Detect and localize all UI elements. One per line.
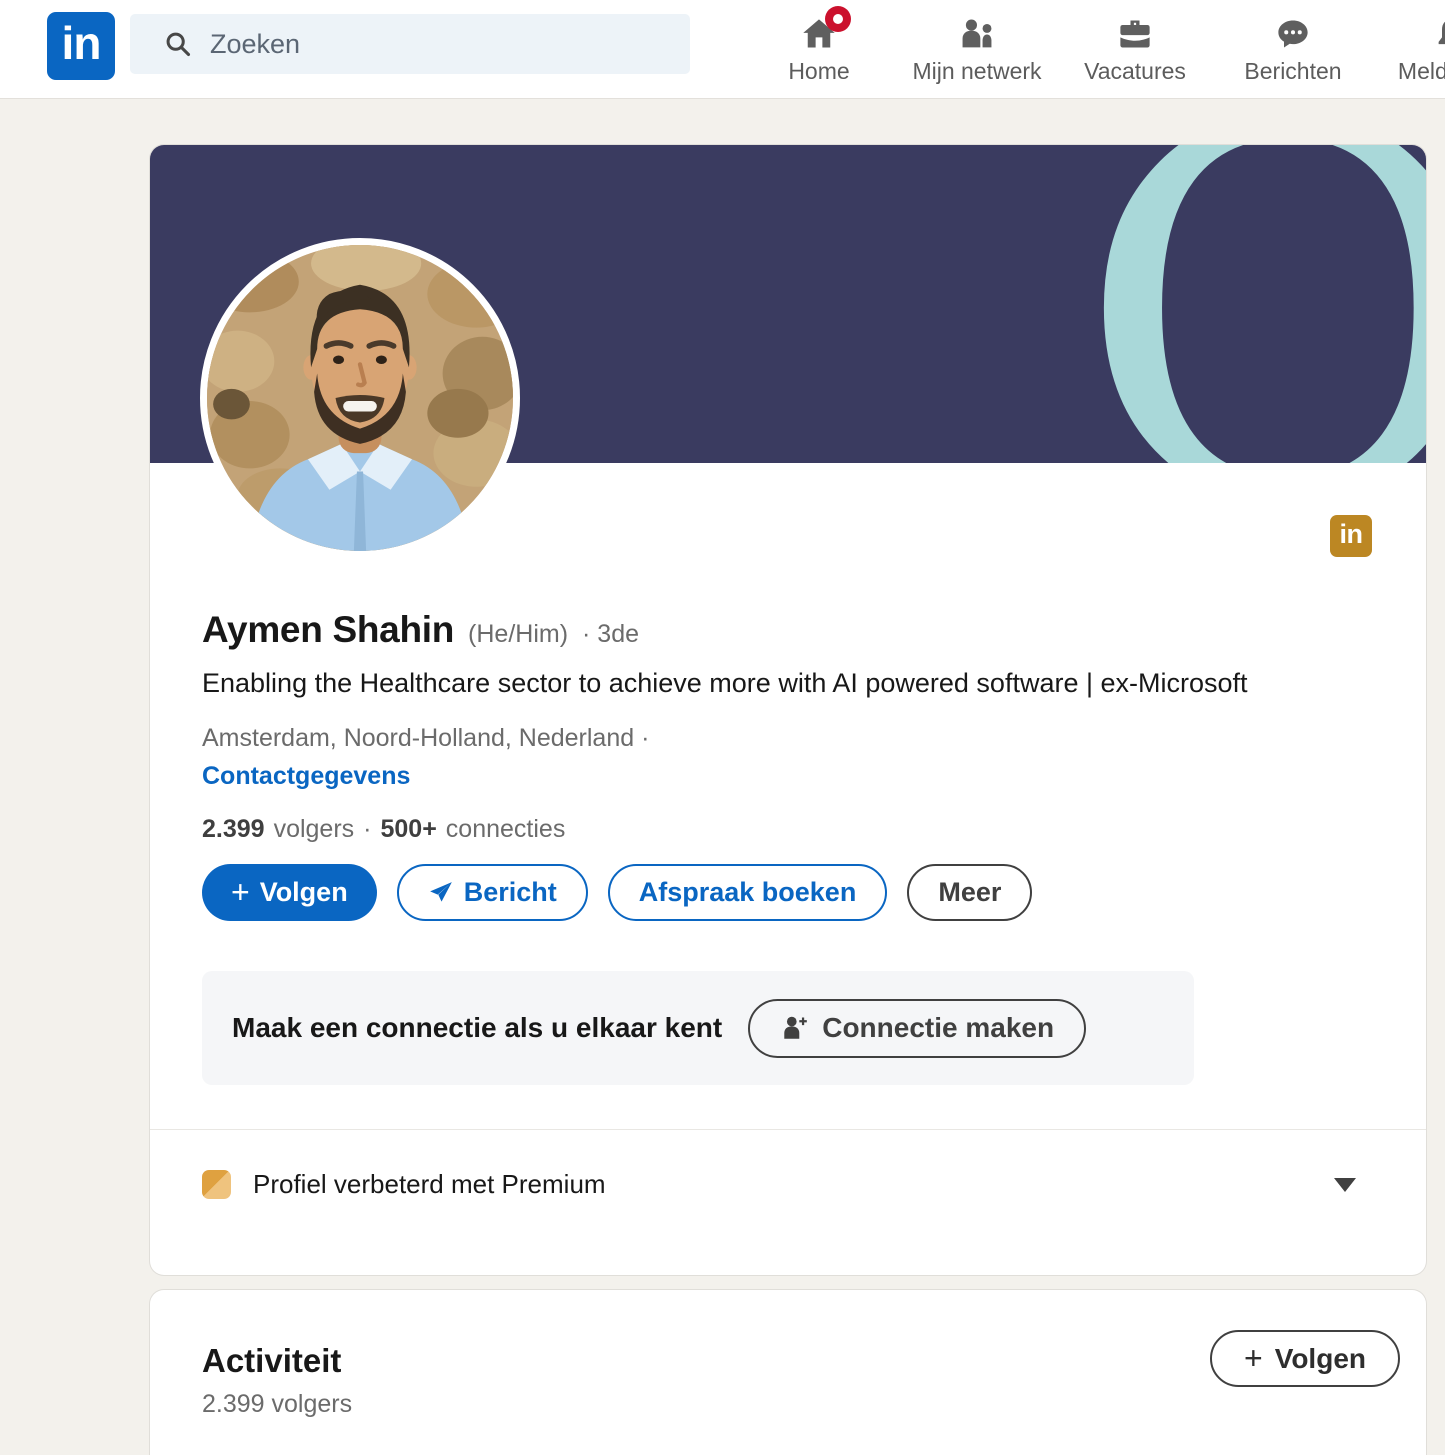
contact-info-link[interactable]: Contactgegevens bbox=[202, 762, 410, 791]
send-icon bbox=[428, 880, 454, 906]
profile-card: Q in bbox=[150, 145, 1426, 1275]
chevron-down-icon[interactable] bbox=[1334, 1178, 1356, 1192]
connections-label[interactable]: connecties bbox=[446, 815, 566, 844]
premium-text: Profiel verbeterd met Premium bbox=[253, 1169, 1312, 1200]
premium-gold-square-icon bbox=[202, 1170, 231, 1199]
bell-icon bbox=[1434, 14, 1445, 54]
connect-prompt-text: Maak een connectie als u elkaar kent bbox=[232, 1012, 722, 1044]
search-input[interactable] bbox=[210, 29, 650, 60]
connect-prompt: Maak een connectie als u elkaar kent Con… bbox=[202, 971, 1194, 1085]
network-icon bbox=[957, 14, 997, 54]
nav-items: Home Mijn netwerk Vacatures Berichten Me… bbox=[740, 0, 1445, 99]
followers-connections: 2.399 volgers · 500+ connecties bbox=[202, 815, 1374, 844]
linkedin-premium-gold-icon: in bbox=[1330, 515, 1372, 557]
connections-count[interactable]: 500+ bbox=[380, 815, 436, 844]
premium-section[interactable]: Profiel verbeterd met Premium bbox=[150, 1129, 1426, 1239]
briefcase-icon bbox=[1117, 14, 1153, 54]
profile-info: Aymen Shahin (He/Him) · 3de Enabling the… bbox=[150, 609, 1426, 1085]
linkedin-logo[interactable]: in bbox=[47, 12, 115, 80]
more-button[interactable]: Meer bbox=[907, 864, 1032, 921]
profile-location: Amsterdam, Noord-Holland, Nederland · bbox=[202, 724, 1374, 753]
profile-pronouns: (He/Him) bbox=[468, 620, 568, 649]
company-q-logo: Q bbox=[1075, 145, 1426, 463]
nav-item-label: Vacatures bbox=[1084, 58, 1186, 85]
follow-button[interactable]: + Volgen bbox=[202, 864, 377, 921]
activity-follow-button[interactable]: + Volgen bbox=[1210, 1330, 1400, 1387]
search-icon bbox=[164, 30, 192, 58]
message-button[interactable]: Bericht bbox=[397, 864, 588, 921]
top-navigation-bar: in Home Mijn netwerk Vacatures bbox=[0, 0, 1445, 99]
action-buttons: + Volgen Bericht Afspraak boeken Meer bbox=[202, 864, 1374, 921]
activity-card: Activiteit 2.399 volgers + Volgen bbox=[150, 1290, 1426, 1455]
search-bar[interactable] bbox=[130, 14, 690, 74]
activity-followers: 2.399 volgers bbox=[202, 1390, 1374, 1419]
dot-separator: · bbox=[363, 815, 371, 844]
profile-name: Aymen Shahin bbox=[202, 609, 454, 651]
followers-count: 2.399 bbox=[202, 815, 265, 844]
connection-degree: · 3de bbox=[582, 620, 639, 649]
nav-item-network[interactable]: Mijn netwerk bbox=[898, 0, 1056, 99]
nav-item-label: Meldingen bbox=[1398, 58, 1445, 85]
person-add-icon bbox=[780, 1013, 810, 1043]
book-appointment-button[interactable]: Afspraak boeken bbox=[608, 864, 888, 921]
activity-title: Activiteit bbox=[202, 1342, 1374, 1380]
profile-headline: Enabling the Healthcare sector to achiev… bbox=[202, 664, 1352, 702]
nav-item-label: Berichten bbox=[1244, 58, 1341, 85]
followers-label: volgers bbox=[274, 815, 355, 844]
nav-item-home[interactable]: Home bbox=[740, 0, 898, 99]
nav-item-jobs[interactable]: Vacatures bbox=[1056, 0, 1214, 99]
nav-item-messaging[interactable]: Berichten bbox=[1214, 0, 1372, 99]
connect-button[interactable]: Connectie maken bbox=[748, 999, 1086, 1058]
home-icon bbox=[801, 14, 837, 54]
notification-dot bbox=[825, 6, 851, 32]
nav-item-label: Mijn netwerk bbox=[912, 58, 1041, 85]
nav-item-label: Home bbox=[788, 58, 849, 85]
profile-photo[interactable] bbox=[200, 238, 520, 558]
messages-icon bbox=[1275, 14, 1311, 54]
nav-item-notifications[interactable]: Meldingen bbox=[1372, 0, 1445, 99]
